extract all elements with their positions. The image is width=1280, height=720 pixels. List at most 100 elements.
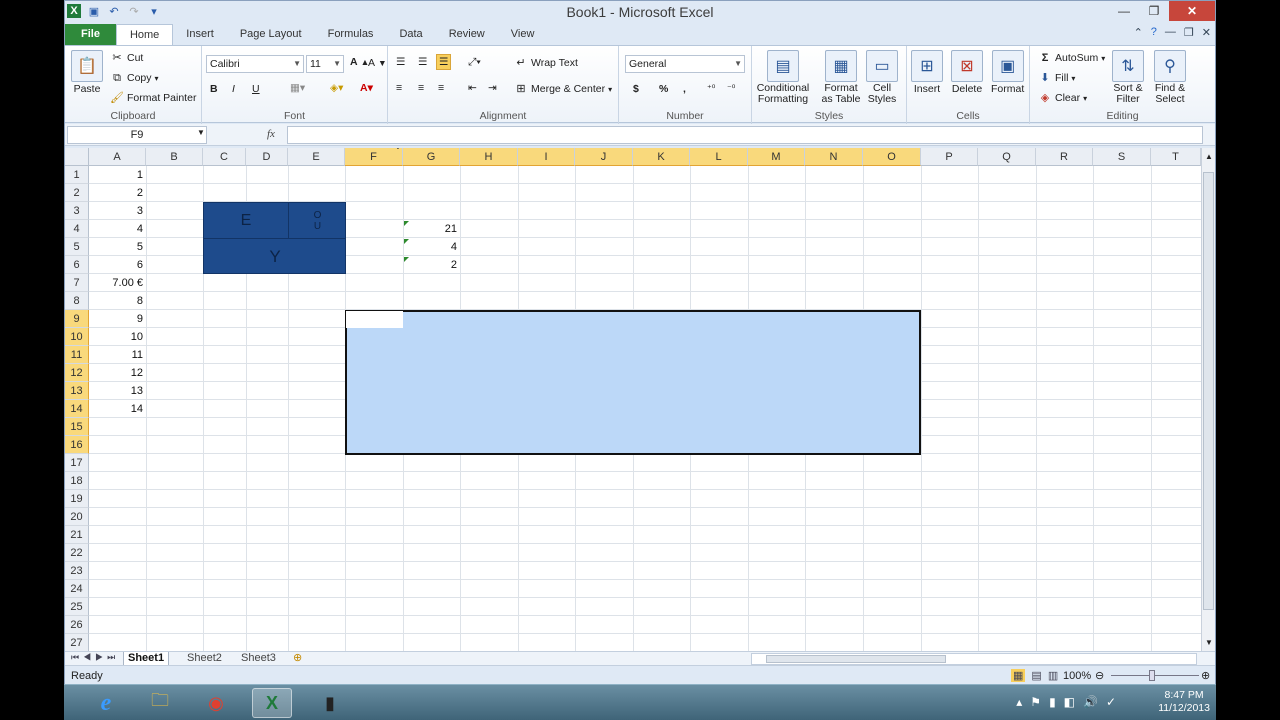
- find-select-button[interactable]: ⚲ Find & Select: [1150, 50, 1190, 105]
- column-header-a[interactable]: A: [89, 148, 146, 166]
- row-header-5[interactable]: 5: [65, 238, 89, 256]
- scroll-up-icon[interactable]: ▲: [1205, 152, 1213, 161]
- column-header-j[interactable]: J: [575, 148, 633, 166]
- doc-restore-icon[interactable]: ❐: [1184, 26, 1194, 39]
- sheet-tab-sheet3[interactable]: Sheet3: [241, 652, 276, 666]
- file-explorer-icon[interactable]: 🗀: [140, 688, 180, 718]
- column-header-n[interactable]: N: [805, 148, 863, 166]
- clear-button[interactable]: ◈ Clear ▾: [1038, 91, 1087, 105]
- merged-cell-e[interactable]: E: [204, 203, 289, 239]
- cell-g6[interactable]: 2: [403, 256, 460, 274]
- row-header-10[interactable]: 10: [65, 328, 89, 346]
- merged-blue-block[interactable]: E OU Y: [203, 202, 346, 274]
- italic-button[interactable]: I: [232, 83, 235, 95]
- sort-filter-button[interactable]: ⇅ Sort & Filter: [1110, 50, 1146, 105]
- fill-color-icon[interactable]: ◈▾: [330, 82, 343, 94]
- column-header-l[interactable]: L: [690, 148, 748, 166]
- worksheet-grid[interactable]: A B C D E F G H I J K L M N O P Q R S T …: [65, 148, 1201, 651]
- tab-formulas[interactable]: Formulas: [315, 24, 387, 45]
- row-header-4[interactable]: 4: [65, 220, 89, 238]
- cell-a1[interactable]: 1: [89, 166, 146, 184]
- horizontal-scrollbar[interactable]: [751, 653, 1197, 665]
- column-header-e[interactable]: E: [288, 148, 345, 166]
- zoom-out-icon[interactable]: ⊖: [1095, 669, 1104, 682]
- chrome-icon[interactable]: ◉: [196, 688, 236, 718]
- cell-a12[interactable]: 12: [89, 364, 146, 382]
- page-break-view-icon[interactable]: ▥: [1048, 669, 1058, 682]
- recorder-app-icon[interactable]: ▮: [310, 688, 350, 718]
- column-header-h[interactable]: H: [460, 148, 518, 166]
- insert-function-icon[interactable]: fx: [267, 128, 275, 140]
- cell-a2[interactable]: 2: [89, 184, 146, 202]
- close-button[interactable]: ✕: [1169, 1, 1215, 21]
- column-header-g[interactable]: G: [403, 148, 460, 166]
- name-box[interactable]: F9: [67, 126, 207, 144]
- row-header-16[interactable]: 16: [65, 436, 89, 454]
- cell-a8[interactable]: 8: [89, 292, 146, 310]
- minimize-button[interactable]: —: [1109, 1, 1139, 21]
- cut-button[interactable]: ✂ Cut: [110, 51, 143, 65]
- minimize-ribbon-icon[interactable]: ⌃: [1134, 26, 1143, 39]
- new-sheet-icon[interactable]: ⊕: [293, 652, 302, 666]
- selected-range[interactable]: [345, 310, 921, 455]
- vertical-scrollbar[interactable]: ▲ ▼: [1201, 148, 1215, 651]
- column-header-s[interactable]: S: [1093, 148, 1151, 166]
- tab-data[interactable]: Data: [386, 24, 435, 45]
- insert-cells-button[interactable]: ⊞ Insert: [911, 50, 943, 95]
- row-header-15[interactable]: 15: [65, 418, 89, 436]
- column-header-d[interactable]: D: [246, 148, 288, 166]
- cell-a5[interactable]: 5: [89, 238, 146, 256]
- column-header-t[interactable]: T: [1151, 148, 1201, 166]
- grow-font-button[interactable]: A ▲: [350, 56, 369, 68]
- number-format-combo[interactable]: General ▼: [625, 55, 745, 73]
- system-clock[interactable]: 8:47 PM 11/12/2013: [1158, 689, 1210, 715]
- cell-styles-button[interactable]: ▭ Cell Styles: [864, 50, 900, 105]
- tab-home[interactable]: Home: [115, 24, 174, 45]
- format-as-table-button[interactable]: ▦ Format as Table: [818, 50, 864, 105]
- column-header-i[interactable]: I: [518, 148, 575, 166]
- row-header-6[interactable]: 6: [65, 256, 89, 274]
- formula-input[interactable]: [287, 126, 1203, 144]
- tab-insert[interactable]: Insert: [173, 24, 227, 45]
- cell-a9[interactable]: 9: [89, 310, 146, 328]
- decrease-indent-icon[interactable]: ⇤: [468, 82, 477, 94]
- font-name-combo[interactable]: Calibri ▼: [206, 55, 304, 73]
- cell-a13[interactable]: 13: [89, 382, 146, 400]
- align-center-icon[interactable]: ≡: [418, 82, 424, 94]
- row-header-22[interactable]: 22: [65, 544, 89, 562]
- row-header-18[interactable]: 18: [65, 472, 89, 490]
- row-header-21[interactable]: 21: [65, 526, 89, 544]
- increase-indent-icon[interactable]: ⇥: [488, 82, 497, 94]
- vertical-scroll-thumb[interactable]: [1203, 172, 1214, 610]
- row-header-17[interactable]: 17: [65, 454, 89, 472]
- increase-decimal-icon[interactable]: ⁺⁰: [707, 83, 715, 94]
- doc-minimize-icon[interactable]: —: [1165, 26, 1176, 39]
- page-layout-view-icon[interactable]: ▤: [1031, 669, 1041, 682]
- cell-a7[interactable]: 7.00 €: [89, 274, 146, 292]
- help-icon[interactable]: ?: [1151, 26, 1157, 39]
- scroll-down-icon[interactable]: ▼: [1205, 638, 1213, 647]
- tab-file[interactable]: File: [65, 24, 116, 45]
- cell-a11[interactable]: 11: [89, 346, 146, 364]
- delete-cells-button[interactable]: ⊠ Delete: [951, 50, 983, 95]
- merge-center-button[interactable]: ⊞ Merge & Center ▾: [514, 82, 612, 96]
- font-color-icon[interactable]: A▾: [360, 82, 373, 94]
- row-header-19[interactable]: 19: [65, 490, 89, 508]
- name-box-dropdown-icon[interactable]: ▼: [197, 128, 205, 137]
- orientation-icon[interactable]: ⤢▾: [468, 56, 481, 69]
- font-size-combo[interactable]: 11 ▼: [306, 55, 344, 73]
- comma-button[interactable]: ,: [683, 83, 686, 95]
- copy-button[interactable]: ⧉ Copy ▾: [110, 71, 158, 85]
- paste-button[interactable]: 📋 Paste: [71, 50, 103, 95]
- cell-a14[interactable]: 14: [89, 400, 146, 418]
- wrap-text-button[interactable]: ↵ Wrap Text: [514, 56, 578, 70]
- row-header-14[interactable]: 14: [65, 400, 89, 418]
- horizontal-scroll-thumb[interactable]: [766, 655, 946, 663]
- column-header-k[interactable]: K: [633, 148, 690, 166]
- row-header-26[interactable]: 26: [65, 616, 89, 634]
- sheet-tab-sheet1[interactable]: Sheet1: [123, 652, 170, 666]
- row-header-20[interactable]: 20: [65, 508, 89, 526]
- zoom-slider[interactable]: [1111, 675, 1199, 676]
- internet-explorer-icon[interactable]: e: [86, 688, 126, 718]
- row-header-13[interactable]: 13: [65, 382, 89, 400]
